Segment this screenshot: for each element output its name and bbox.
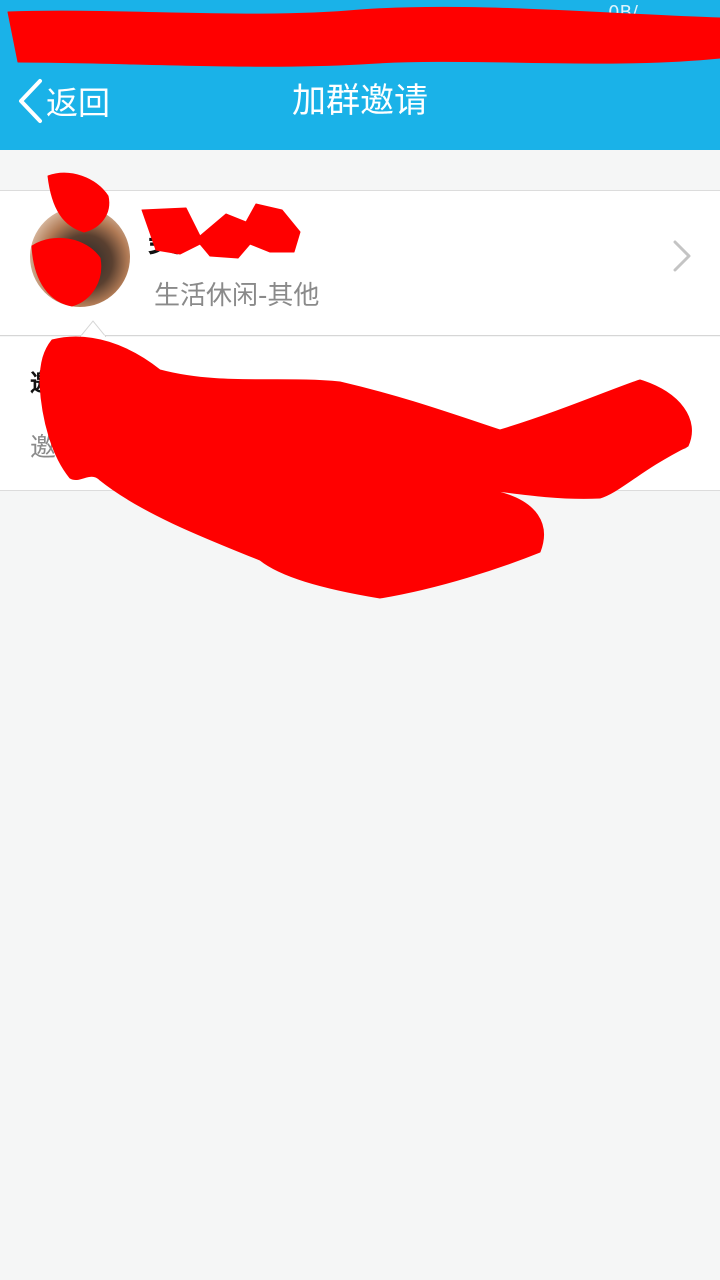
status-bar: 0B/: [0, 0, 720, 46]
page-title: 加群邀请: [292, 81, 428, 121]
screen: 0B/ 返回 加群邀请 美 生活休闲-其他 邀 邀 3 已同: [0, 0, 720, 1280]
group-avatar: [30, 207, 130, 307]
inviter-line: 邀: [30, 369, 54, 397]
chevron-right-icon: [673, 240, 691, 272]
invite-message-card: 邀 邀 3: [0, 337, 720, 491]
status-bar-text: 0B/: [608, 2, 638, 23]
group-info-row[interactable]: 美 生活休闲-其他: [0, 190, 720, 336]
pointer-notch: [80, 320, 106, 337]
invite-time: 3: [674, 427, 690, 455]
group-category: 生活休闲-其他: [154, 281, 320, 311]
invite-message: 邀: [30, 433, 57, 463]
group-name: 美: [148, 221, 181, 259]
invite-status: 已同: [333, 564, 386, 594]
title-bar: 0B/ 返回 加群邀请: [0, 0, 720, 150]
